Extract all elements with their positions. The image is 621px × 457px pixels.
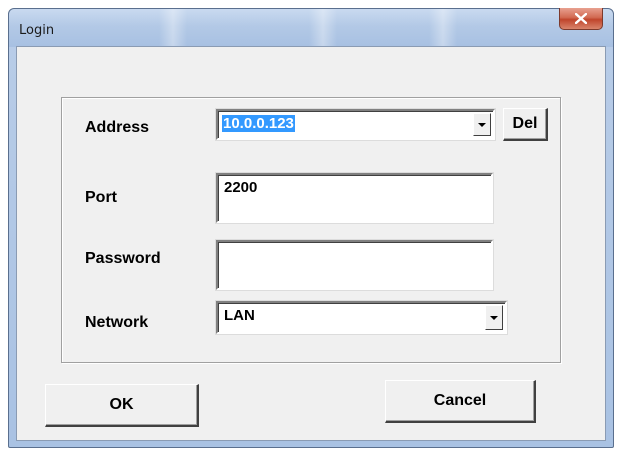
glass-streak	[159, 9, 187, 47]
network-combobox[interactable]: LAN	[215, 300, 508, 335]
port-value: 2200	[224, 179, 258, 196]
ok-button[interactable]: OK	[45, 384, 199, 427]
close-icon	[575, 13, 587, 24]
address-value: 10.0.0.123	[222, 115, 295, 132]
title-bar[interactable]: Login	[9, 8, 613, 47]
password-label: Password	[85, 250, 161, 267]
network-label: Network	[85, 314, 149, 331]
close-button[interactable]	[559, 8, 603, 30]
chevron-down-icon	[490, 315, 498, 320]
login-dialog: Login Address 10.0.0.123 Del Port 2200 P…	[8, 8, 614, 448]
address-combobox[interactable]: 10.0.0.123	[215, 108, 496, 141]
glass-streak	[309, 9, 337, 47]
network-dropdown-button[interactable]	[485, 305, 503, 330]
dialog-body: Address 10.0.0.123 Del Port 2200 Passwor…	[16, 46, 606, 441]
address-dropdown-button[interactable]	[473, 113, 491, 136]
cancel-button[interactable]: Cancel	[385, 380, 536, 423]
password-input[interactable]	[215, 239, 494, 291]
del-button[interactable]: Del	[503, 108, 548, 141]
address-label: Address	[85, 119, 150, 136]
chevron-down-icon	[478, 122, 486, 127]
port-input[interactable]: 2200	[215, 172, 494, 224]
glass-streak	[429, 9, 457, 47]
window-title: Login	[19, 23, 55, 38]
port-label: Port	[85, 189, 117, 206]
network-value: LAN	[224, 307, 255, 324]
